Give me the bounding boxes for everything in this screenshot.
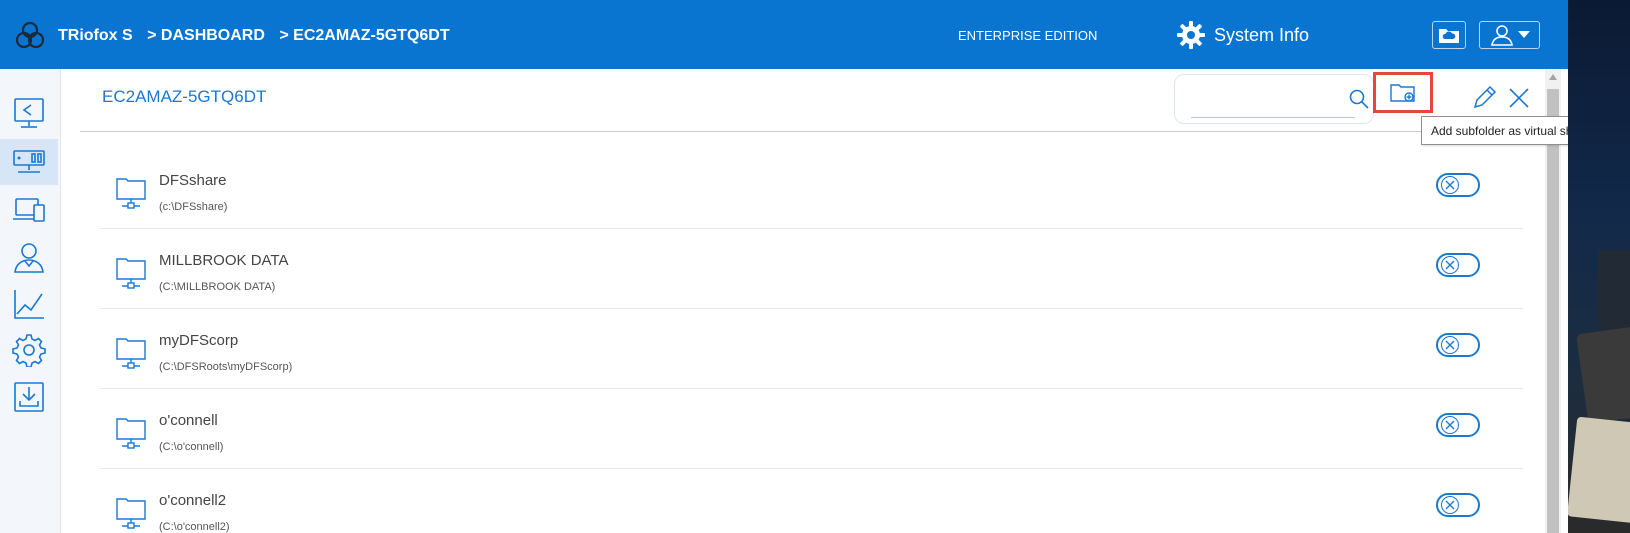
app-name[interactable]: TRiofox S [58,27,133,44]
toggle-off-icon [1441,176,1459,194]
download-icon [14,382,44,412]
breadcrumb: TRiofox S > DASHBOARD > EC2AMAZ-5GTQ6DT [58,27,460,45]
share-name: MILLBROOK DATA [159,252,289,269]
search-input[interactable] [1191,93,1355,118]
cloud-folder-button[interactable] [1432,21,1466,49]
toggle-off-icon [1441,496,1459,514]
share-path: (C:\MILLBROOK DATA) [159,281,276,293]
user-menu-button[interactable] [1479,21,1540,49]
share-toggle[interactable] [1436,253,1480,277]
system-info-button[interactable]: System Info [1176,20,1309,50]
share-row[interactable]: o'connell2 (C:\o'connell2) [100,468,1523,533]
panel-divider [80,131,1540,132]
search-field [1174,74,1374,124]
users-icon [14,243,44,273]
share-path: (c:\DFSshare) [159,201,228,213]
share-row[interactable]: DFSshare (c:\DFSshare) [100,148,1523,229]
share-name: o'connell2 [159,492,227,509]
network-folder-icon [116,338,146,369]
share-name: o'connell [159,412,218,429]
share-icon [14,98,44,128]
system-info-label: System Info [1214,24,1310,45]
share-row[interactable]: myDFScorp (C:\DFSRoots\myDFScorp) [100,308,1523,389]
scroll-up-arrow-icon[interactable] [1549,74,1557,80]
devices-icon [13,198,45,222]
servers-icon [13,150,45,173]
search-icon[interactable] [1348,88,1370,110]
sidebar-item-settings[interactable] [0,327,58,373]
share-path: (C:\DFSRoots\myDFScorp) [159,361,293,373]
edition-label: ENTERPRISE EDITION [958,28,1098,43]
tooltip: Add subfolder as virtual share [1421,116,1568,145]
toggle-off-icon [1441,336,1459,354]
share-name: myDFScorp [159,332,239,349]
reports-icon [14,290,44,319]
settings-icon [12,334,46,367]
desktop-wallpaper [1568,0,1630,533]
share-row[interactable]: o'connell (C:\o'connell) [100,388,1523,469]
triofox-logo-icon [15,21,45,49]
close-icon[interactable] [1508,87,1530,109]
share-path: (C:\o'connell) [159,441,224,453]
share-row[interactable]: MILLBROOK DATA (C:\MILLBROOK DATA) [100,228,1523,309]
share-toggle[interactable] [1436,333,1480,357]
sidebar-item-download[interactable] [0,374,58,420]
network-folder-icon [116,178,146,209]
sidebar-item-shares[interactable] [0,90,58,136]
user-icon [1490,25,1513,46]
wallpaper-rock [1598,250,1630,330]
toggle-off-icon [1441,416,1459,434]
share-toggle[interactable] [1436,173,1480,197]
network-folder-icon [116,258,146,289]
sidebar-item-servers[interactable] [0,139,58,185]
breadcrumb-dashboard[interactable]: > DASHBOARD [147,27,265,44]
wallpaper-rock [1576,326,1630,424]
cloud-folder-icon [1439,29,1459,43]
add-subfolder-button[interactable] [1373,72,1433,113]
sidebar-item-reports[interactable] [0,281,58,327]
toggle-off-icon [1441,256,1459,274]
panel-title: EC2AMAZ-5GTQ6DT [102,87,267,106]
top-header: TRiofox S > DASHBOARD > EC2AMAZ-5GTQ6DT … [0,0,1568,69]
share-toggle[interactable] [1436,493,1480,517]
share-toggle[interactable] [1436,413,1480,437]
sidebar-item-users[interactable] [0,234,58,280]
sidebar-item-devices[interactable] [0,187,58,233]
breadcrumb-server[interactable]: > EC2AMAZ-5GTQ6DT [279,27,449,44]
scroll-thumb[interactable] [1547,89,1559,533]
share-path: (C:\o'connell2) [159,521,230,533]
sidebar [0,69,61,533]
network-folder-icon [116,498,146,529]
app-window: TRiofox S > DASHBOARD > EC2AMAZ-5GTQ6DT … [0,0,1568,533]
edit-pencil-icon[interactable] [1470,84,1498,112]
wallpaper-rock [1568,416,1630,524]
caret-down-icon [1517,31,1530,38]
add-folder-icon [1390,83,1415,102]
share-name: DFSshare [159,172,227,189]
network-folder-icon [116,418,146,449]
gear-icon [1177,21,1205,49]
